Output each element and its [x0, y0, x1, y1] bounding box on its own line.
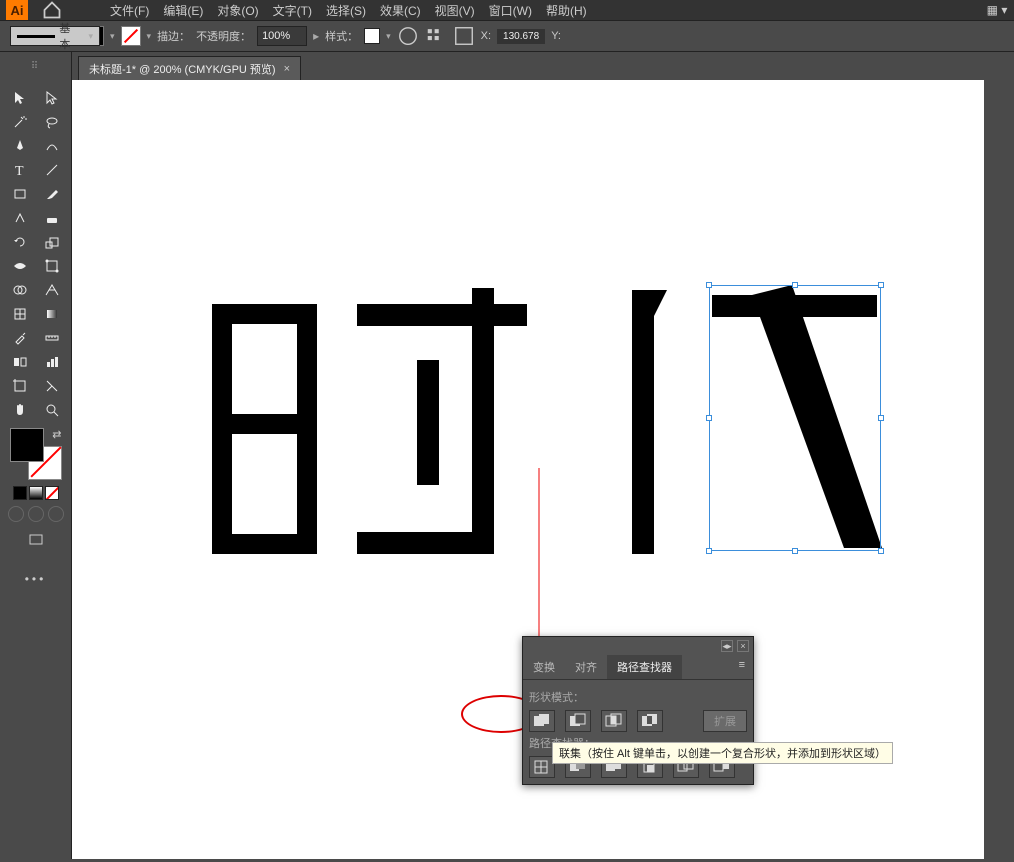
rectangle-icon[interactable] — [4, 182, 36, 206]
panel-collapse-icon[interactable]: ◂▸ — [721, 640, 733, 652]
tab-transform[interactable]: 变换 — [523, 655, 565, 679]
minus-front-button[interactable] — [565, 710, 591, 732]
paintbrush-icon[interactable] — [36, 182, 68, 206]
fill-stroke-selector[interactable]: ⇄ — [10, 428, 62, 480]
menu-effect[interactable]: 效果(C) — [380, 2, 421, 19]
document-tabs: 未标题-1* @ 200% (CMYK/GPU 预览) × — [72, 52, 1014, 80]
pen-icon[interactable] — [4, 134, 36, 158]
draw-inside-icon[interactable] — [48, 506, 64, 522]
scale-icon[interactable] — [36, 230, 68, 254]
toolbar-header: ⠿ — [0, 52, 72, 80]
menu-edit[interactable]: 编辑(E) — [163, 2, 203, 19]
shape-builder-icon[interactable] — [4, 278, 36, 302]
y-label: Y: — [551, 30, 561, 42]
curvature-icon[interactable] — [36, 134, 68, 158]
measure-icon[interactable] — [36, 326, 68, 350]
free-transform-icon[interactable] — [36, 254, 68, 278]
gradient-icon[interactable] — [36, 302, 68, 326]
menu-window[interactable]: 窗口(W) — [489, 2, 532, 19]
stroke-preset-value: 基本 — [59, 20, 80, 52]
artboard[interactable]: ◂▸ × 变换 对齐 路径查找器 ≡ 形状模式： 扩展 — [72, 80, 984, 859]
zoom-icon[interactable] — [36, 398, 68, 422]
menu-type[interactable]: 文字(T) — [273, 2, 312, 19]
draw-behind-icon[interactable] — [28, 506, 44, 522]
align-icon[interactable] — [425, 25, 447, 47]
transform-icon[interactable] — [453, 25, 475, 47]
unite-button[interactable] — [529, 710, 555, 732]
artboard-icon[interactable] — [4, 374, 36, 398]
width-icon[interactable] — [4, 254, 36, 278]
control-bar: 路径 ▾ ▾ 描边： 基本 不透明度： ▸ 样式： ▾ X: 130.678 Y… — [0, 20, 1014, 52]
intersect-button[interactable] — [601, 710, 627, 732]
perspective-icon[interactable] — [36, 278, 68, 302]
gradient-mode-icon[interactable] — [29, 486, 43, 500]
workspace-switcher-icon[interactable]: ▦ ▾ — [986, 0, 1008, 21]
color-mode-icon[interactable] — [13, 486, 27, 500]
exclude-button[interactable] — [637, 710, 663, 732]
menu-help[interactable]: 帮助(H) — [546, 2, 587, 19]
style-swatch[interactable] — [364, 28, 380, 44]
menu-file[interactable]: 文件(F) — [110, 2, 149, 19]
draw-normal-icon[interactable] — [8, 506, 24, 522]
none-mode-icon[interactable] — [45, 486, 59, 500]
canvas-area[interactable]: ◂▸ × 变换 对齐 路径查找器 ≡ 形状模式： 扩展 — [72, 80, 1014, 859]
recolor-icon[interactable] — [397, 25, 419, 47]
blend-icon[interactable] — [4, 350, 36, 374]
hand-icon[interactable] — [4, 398, 36, 422]
shape-mode-label: 形状模式： — [529, 689, 747, 705]
tab-align[interactable]: 对齐 — [565, 655, 607, 679]
screen-mode-icon[interactable] — [4, 528, 68, 552]
style-label: 样式： — [325, 28, 358, 44]
close-icon[interactable]: × — [284, 63, 290, 75]
home-icon[interactable] — [42, 0, 62, 20]
svg-text:T: T — [15, 164, 24, 178]
x-value[interactable]: 130.678 — [497, 29, 545, 44]
eyedropper-icon[interactable] — [4, 326, 36, 350]
type-icon[interactable]: T — [4, 158, 36, 182]
slice-icon[interactable] — [36, 374, 68, 398]
shaper-icon[interactable] — [4, 206, 36, 230]
expand-button[interactable]: 扩展 — [703, 710, 747, 732]
selection-bounding-box[interactable] — [709, 285, 881, 551]
panel-menu-icon[interactable]: ≡ — [731, 655, 753, 679]
x-label: X: — [481, 30, 491, 42]
stroke-preset-dropdown[interactable]: 基本 — [10, 26, 100, 46]
opacity-input[interactable] — [257, 26, 307, 46]
app-logo: Ai — [6, 0, 28, 20]
edit-toolbar-icon[interactable]: ••• — [0, 572, 71, 586]
tool-panel: T ⇄ — [0, 80, 72, 859]
lasso-icon[interactable] — [36, 110, 68, 134]
opacity-label: 不透明度： — [196, 28, 251, 44]
panel-close-icon[interactable]: × — [737, 640, 749, 652]
mesh-icon[interactable] — [4, 302, 36, 326]
eraser-icon[interactable] — [36, 206, 68, 230]
menu-object[interactable]: 对象(O) — [217, 2, 258, 19]
swap-fill-stroke-icon[interactable]: ⇄ — [52, 428, 61, 441]
line-icon[interactable] — [36, 158, 68, 182]
tooltip: 联集（按住 Alt 键单击，以创建一个复合形状，并添加到形状区域） — [552, 742, 893, 764]
magic-wand-icon[interactable] — [4, 110, 36, 134]
stroke-label: 描边： — [157, 28, 190, 44]
tab-pathfinder[interactable]: 路径查找器 — [607, 655, 682, 679]
document-tab[interactable]: 未标题-1* @ 200% (CMYK/GPU 预览) × — [78, 56, 301, 80]
menu-select[interactable]: 选择(S) — [326, 2, 366, 19]
selection-tool-icon[interactable] — [4, 86, 36, 110]
menu-view[interactable]: 视图(V) — [435, 2, 475, 19]
stroke-swatch[interactable] — [121, 26, 141, 46]
column-graph-icon[interactable] — [36, 350, 68, 374]
tab-title: 未标题-1* @ 200% (CMYK/GPU 预览) — [89, 61, 276, 77]
menu-bar: Ai 文件(F) 编辑(E) 对象(O) 文字(T) 选择(S) 效果(C) 视… — [0, 0, 1014, 20]
rotate-icon[interactable] — [4, 230, 36, 254]
direct-selection-icon[interactable] — [36, 86, 68, 110]
